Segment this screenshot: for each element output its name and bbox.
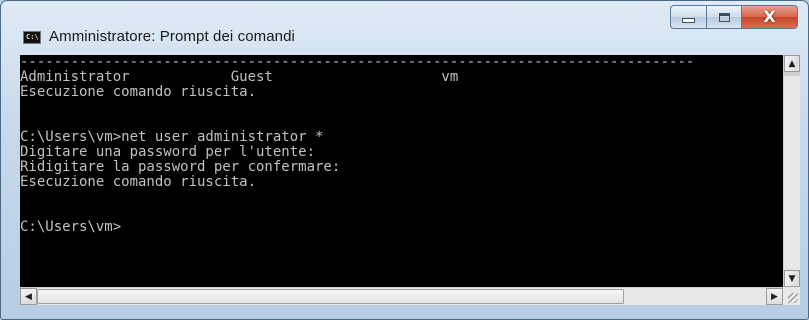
scroll-up-button[interactable]: ▲ <box>784 55 800 72</box>
cmd-app-icon[interactable]: C:\ <box>23 31 41 44</box>
right-arrow-icon: ▶ <box>771 291 778 302</box>
down-arrow-icon: ▼ <box>788 273 796 284</box>
scroll-right-button[interactable]: ▶ <box>766 288 783 305</box>
resize-grip-icon <box>788 293 798 303</box>
up-arrow-icon: ▲ <box>788 58 796 69</box>
console-line: C:\Users\vm> <box>20 219 122 235</box>
console-line: Digitare una password per l'utente: <box>20 144 316 160</box>
console-line: ----------------------------------------… <box>20 55 695 70</box>
left-arrow-icon: ◀ <box>25 291 32 302</box>
vertical-scroll-thumb[interactable] <box>784 72 800 76</box>
close-button[interactable]: X <box>742 5 798 29</box>
caption-buttons: X <box>670 5 798 39</box>
minimize-button[interactable] <box>670 5 706 29</box>
console-line: Esecuzione comando riuscita. <box>20 84 257 100</box>
scroll-left-button[interactable]: ◀ <box>20 288 37 305</box>
close-icon: X <box>763 7 776 26</box>
maximize-button[interactable] <box>706 5 742 29</box>
cmd-window: C:\ Amministratore: Prompt dei comandi X… <box>0 0 809 320</box>
title-bar[interactable]: C:\ Amministratore: Prompt dei comandi X <box>1 1 808 47</box>
scroll-down-button[interactable]: ▼ <box>784 270 800 287</box>
console-line: Esecuzione comando riuscita. <box>20 174 257 190</box>
console-line: Ridigitare la password per confermare: <box>20 159 341 175</box>
console-output[interactable]: ----------------------------------------… <box>20 55 783 287</box>
horizontal-scrollbar[interactable]: ◀ ▶ <box>20 287 783 305</box>
maximize-icon <box>718 12 730 22</box>
minimize-icon <box>682 18 695 23</box>
horizontal-scroll-thumb[interactable] <box>37 289 624 304</box>
console-line: C:\Users\vm>net user administrator * <box>20 129 324 145</box>
resize-grip[interactable] <box>783 287 800 305</box>
vertical-scrollbar[interactable]: ▲ ▼ <box>783 55 800 287</box>
console-line: Administrator Guest vm <box>20 69 459 85</box>
console-text: ----------------------------------------… <box>20 55 783 235</box>
window-title: Amministratore: Prompt dei comandi <box>49 28 295 45</box>
